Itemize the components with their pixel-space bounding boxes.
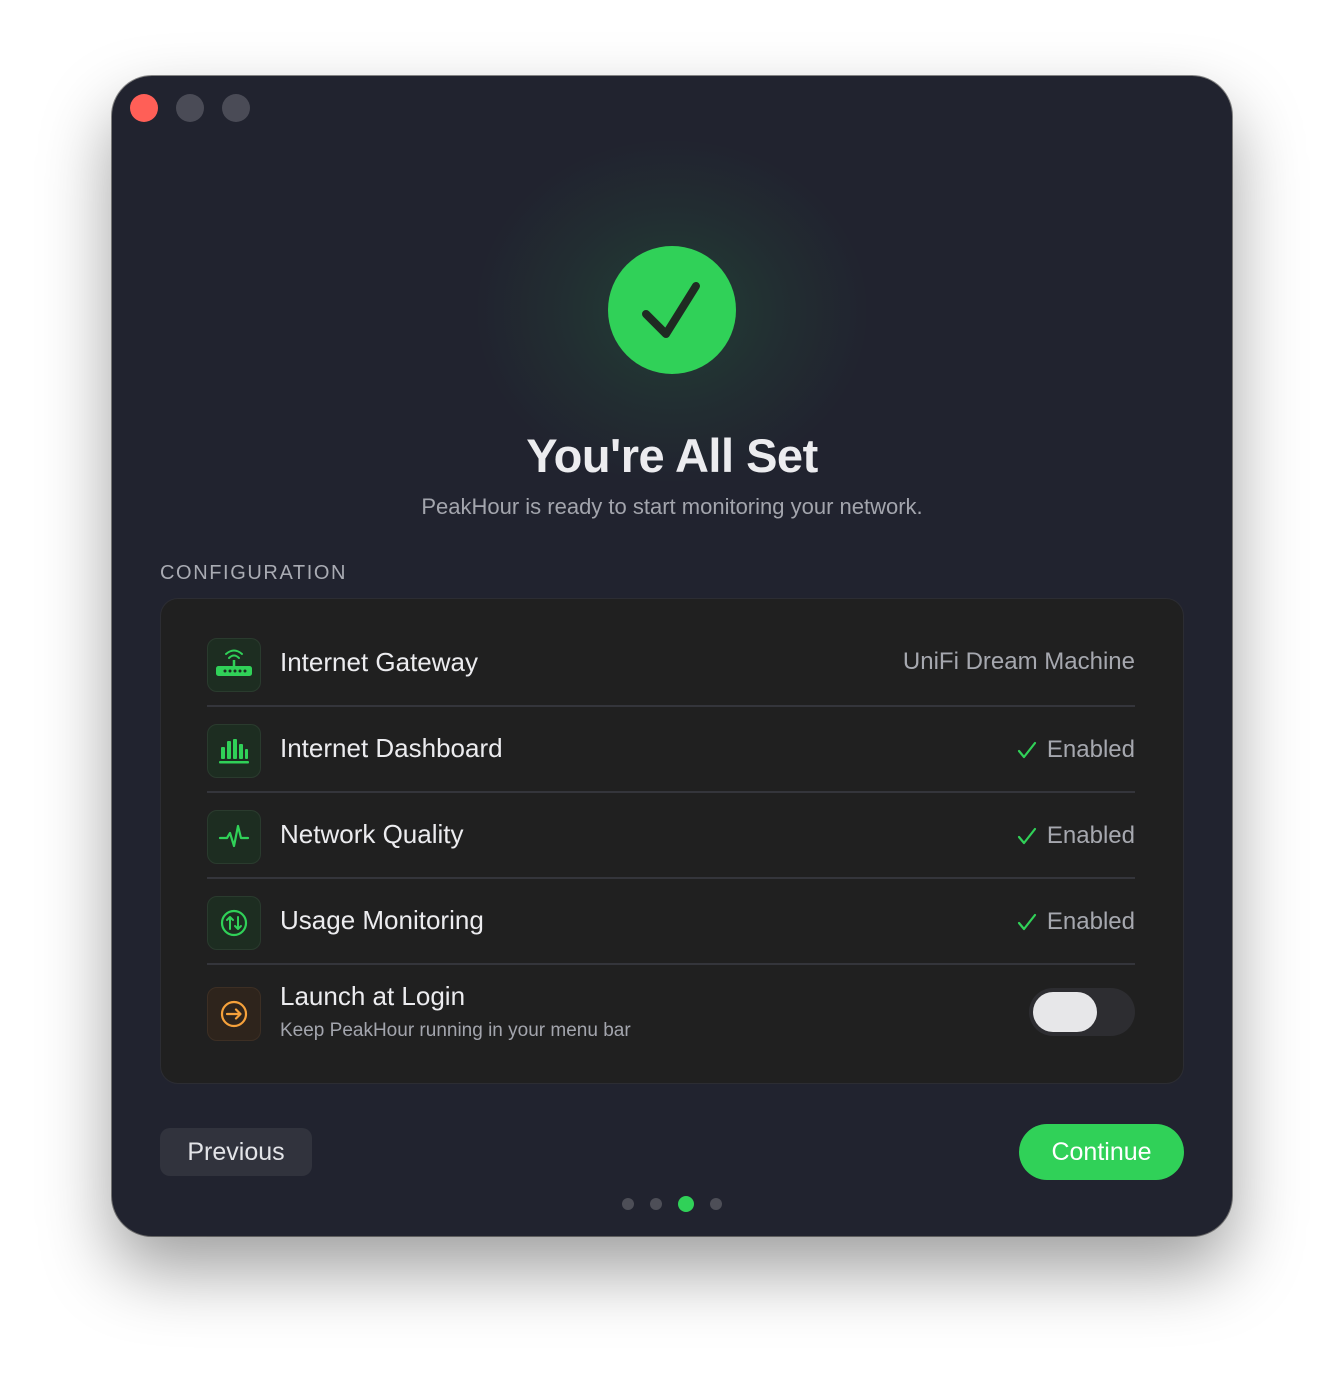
page-dot[interactable] (650, 1198, 662, 1210)
config-row-internet-dashboard: Internet Dashboard Enabled (207, 707, 1135, 793)
status-text: Enabled (1046, 736, 1135, 763)
row-label: Usage Monitoring (280, 905, 484, 935)
status-enabled: Enabled (1017, 906, 1135, 938)
page-dot[interactable] (622, 1198, 634, 1210)
onboarding-window: You're All Set PeakHour is ready to star… (112, 76, 1232, 1236)
checkmark-circle-icon (608, 246, 736, 374)
check-icon (1017, 741, 1037, 759)
toggle-knob (1033, 992, 1097, 1032)
status-enabled: Enabled (1017, 734, 1135, 766)
continue-button[interactable]: Continue (1019, 1124, 1184, 1180)
config-row-launch-at-login: Launch at Login Keep PeakHour running in… (207, 965, 1135, 1061)
config-row-internet-gateway: Internet Gateway UniFi Dream Machine (207, 621, 1135, 707)
row-label: Launch at Login (280, 981, 466, 1011)
arrow-circle-icon (207, 987, 261, 1041)
status-text: Enabled (1046, 822, 1135, 849)
gateway-value: UniFi Dream Machine (902, 648, 1135, 675)
page-subtitle: PeakHour is ready to start monitoring yo… (421, 494, 923, 519)
status-enabled: Enabled (1017, 820, 1135, 852)
config-row-usage-monitoring: Usage Monitoring Enabled (207, 879, 1135, 965)
previous-button[interactable]: Previous (160, 1128, 312, 1176)
router-icon (207, 638, 261, 692)
row-label: Network Quality (280, 819, 464, 849)
config-row-network-quality: Network Quality Enabled (207, 793, 1135, 879)
row-label: Internet Dashboard (280, 733, 503, 763)
pulse-icon (207, 810, 261, 864)
launch-at-login-toggle[interactable] (1029, 988, 1135, 1036)
status-text: Enabled (1046, 908, 1135, 935)
check-icon (1017, 913, 1037, 931)
row-sublabel: Keep PeakHour running in your menu bar (280, 1020, 631, 1041)
row-label: Internet Gateway (280, 647, 478, 677)
bar-chart-icon (207, 724, 261, 778)
minimize-window-button[interactable] (176, 94, 204, 122)
up-down-arrows-icon (207, 896, 261, 950)
maximize-window-button[interactable] (222, 94, 250, 122)
section-label: CONFIGURATION (160, 562, 348, 584)
page-dot[interactable] (710, 1198, 722, 1210)
close-window-button[interactable] (130, 94, 158, 122)
check-icon (1017, 827, 1037, 845)
page-dot-active[interactable] (678, 1196, 694, 1212)
configuration-card: Internet Gateway UniFi Dream Machine Int… (160, 598, 1184, 1084)
page-title: You're All Set (526, 429, 818, 482)
